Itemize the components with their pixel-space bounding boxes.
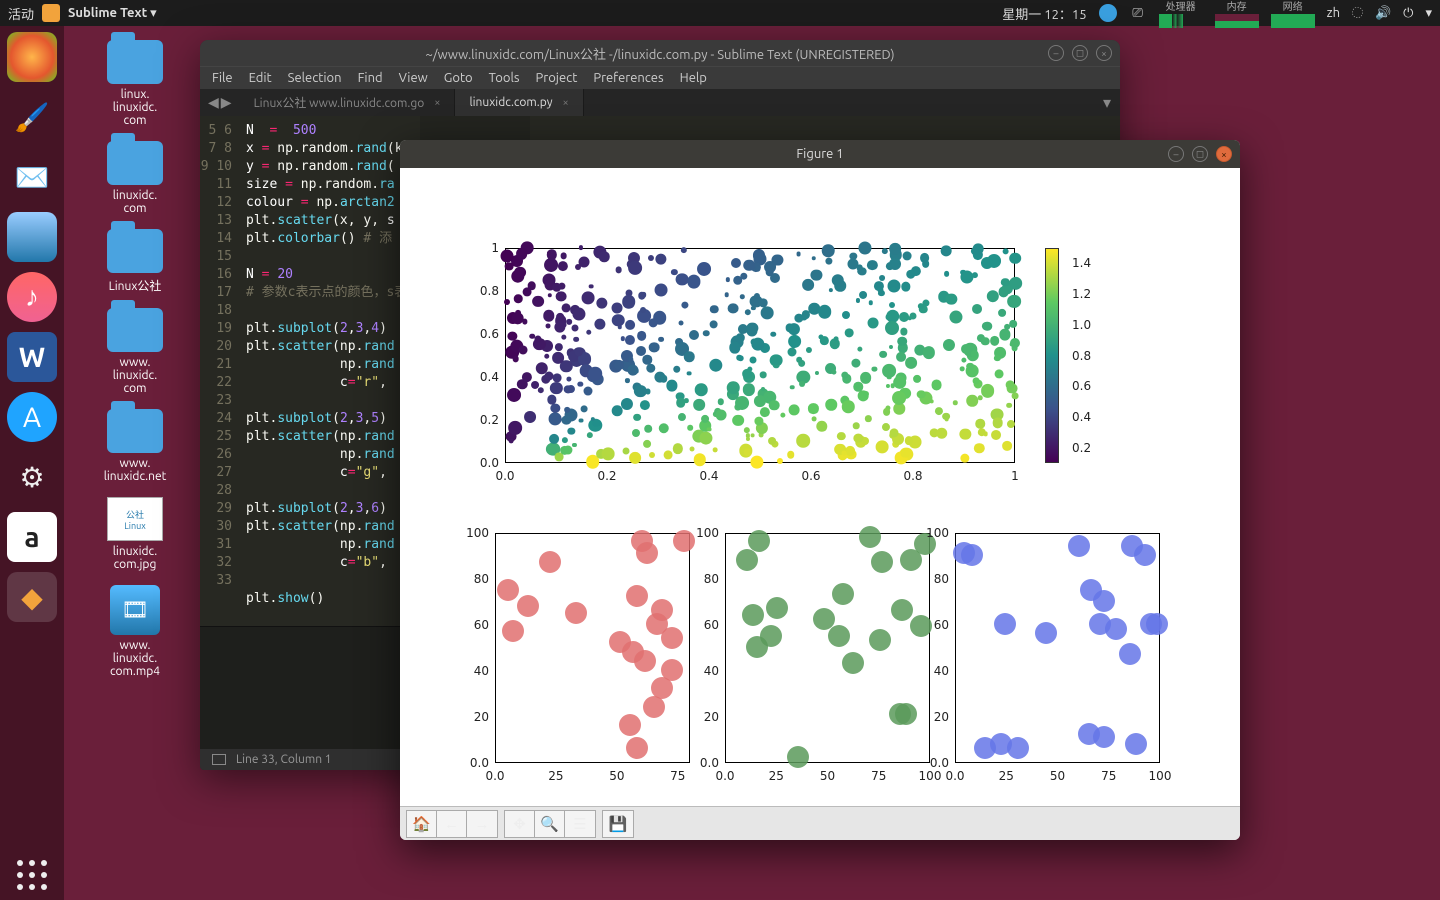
tab-close-icon[interactable]: ×: [563, 97, 569, 109]
menu-selection[interactable]: Selection: [288, 71, 342, 85]
clock[interactable]: 星期一 12：15: [1002, 4, 1086, 23]
line-gutter: 5 6 7 8 9 10 11 12 13 14 15 16 17 18 19 …: [200, 116, 240, 626]
dock-drawing[interactable]: 🖌️: [7, 92, 57, 142]
app-menu[interactable]: Sublime Text ▾: [68, 6, 157, 21]
back-button[interactable]: ←: [437, 811, 467, 837]
menu-edit[interactable]: Edit: [249, 71, 272, 85]
figure-titlebar[interactable]: Figure 1 – ◻ ×: [400, 140, 1240, 168]
menu-view[interactable]: View: [399, 71, 428, 85]
figure-title-text: Figure 1: [796, 147, 843, 161]
app-icon: [42, 4, 60, 22]
weather-icon[interactable]: [1099, 4, 1117, 22]
dock-word[interactable]: W: [7, 332, 57, 382]
dock-music[interactable]: ♪: [7, 272, 57, 322]
menu-project[interactable]: Project: [536, 71, 578, 85]
tab-history-fwd-icon[interactable]: ▶: [221, 94, 232, 111]
cpu-indicator[interactable]: 处理器: [1159, 0, 1203, 28]
chart-axes: [955, 533, 1160, 763]
desktop-image[interactable]: 公社Linuxlinuxidc.com.jpg: [80, 497, 190, 571]
desktop-folder[interactable]: www.linuxidc.com: [80, 308, 190, 395]
colorbar: [1045, 248, 1059, 463]
chart-axes: [505, 248, 1015, 463]
input-language[interactable]: zh: [1327, 6, 1340, 20]
activities[interactable]: 活动: [8, 4, 34, 23]
dock-devices[interactable]: ⚙: [7, 452, 57, 502]
sublime-titlebar[interactable]: ~/www.linuxidc.com/Linux公社 -/linuxidc.co…: [200, 40, 1120, 66]
dock-firefox[interactable]: [7, 32, 57, 82]
dock-sublime[interactable]: ◆: [7, 572, 57, 622]
menu-file[interactable]: File: [212, 71, 233, 85]
tab-history-back-icon[interactable]: ◀: [208, 94, 219, 111]
close-button[interactable]: ×: [1216, 146, 1232, 162]
menu-tools[interactable]: Tools: [489, 71, 520, 85]
volume-icon[interactable]: 🔊: [1375, 6, 1391, 21]
forward-button[interactable]: →: [467, 811, 497, 837]
close-button[interactable]: ×: [1096, 45, 1112, 61]
tab-close-icon[interactable]: ×: [434, 97, 440, 109]
subplots-button[interactable]: ☰: [565, 811, 595, 837]
chart-axes: [495, 533, 690, 763]
a11y-icon[interactable]: ◌: [1352, 6, 1363, 20]
zoom-button[interactable]: 🔍: [535, 811, 565, 837]
sublime-menubar: File Edit Selection Find View Goto Tools…: [200, 66, 1120, 89]
minimize-button[interactable]: –: [1168, 146, 1184, 162]
code-content[interactable]: N = 500 x = np.random.rand(k) y = np.ran…: [240, 116, 420, 626]
sublime-tabs: ◀▶ Linux公社 www.linuxidc.com.go× linuxidc…: [200, 89, 1120, 115]
desktop-video[interactable]: 🎞www.linuxidc.com.mp4: [80, 585, 190, 678]
desktop-folder[interactable]: linux.linuxidc.com: [80, 40, 190, 127]
editor-tab[interactable]: linuxidc.com.py×: [455, 89, 583, 115]
show-applications[interactable]: [7, 850, 57, 900]
status-menu-chevron-icon[interactable]: ▾: [1425, 6, 1432, 21]
menu-find[interactable]: Find: [358, 71, 383, 85]
dock: 🖌️ ✉️ ♪ W A ⚙ a ◆: [0, 26, 64, 900]
figure-canvas: 0.00.20.40.60.810.00.20.40.60.810.20.40.…: [400, 168, 1240, 806]
power-icon[interactable]: ⏻: [1403, 6, 1413, 21]
dock-appstore[interactable]: A: [7, 392, 57, 442]
menu-help[interactable]: Help: [680, 71, 707, 85]
desktop-folder[interactable]: Linux公社: [80, 229, 190, 294]
tabs-menu-chevron-icon[interactable]: ▾: [1094, 89, 1120, 115]
figure-toolbar: 🏠 ← → ✥ 🔍 ☰ 💾: [400, 806, 1240, 840]
desktop: linux.linuxidc.com linuxidc.com Linux公社 …: [80, 40, 190, 678]
menu-preferences[interactable]: Preferences: [593, 71, 663, 85]
mem-indicator[interactable]: 内存: [1215, 0, 1259, 28]
panel-switch-icon[interactable]: [212, 754, 226, 765]
save-button[interactable]: 💾: [603, 811, 633, 837]
minimize-button[interactable]: –: [1048, 45, 1064, 61]
dock-finder[interactable]: [7, 212, 57, 262]
desktop-folder[interactable]: linuxidc.com: [80, 141, 190, 215]
menu-goto[interactable]: Goto: [444, 71, 473, 85]
tray-icon[interactable]: ⎚: [1129, 4, 1147, 22]
home-button[interactable]: 🏠: [407, 811, 437, 837]
pan-button[interactable]: ✥: [505, 811, 535, 837]
top-panel: 活动 Sublime Text ▾ 星期一 12：15 ⎚ 处理器 内存 网络 …: [0, 0, 1440, 26]
dock-mail[interactable]: ✉️: [7, 152, 57, 202]
maximize-button[interactable]: ◻: [1072, 45, 1088, 61]
chart-axes: [725, 533, 930, 763]
dock-amazon[interactable]: a: [7, 512, 57, 562]
desktop-folder[interactable]: www.linuxidc.net: [80, 409, 190, 483]
net-indicator[interactable]: 网络: [1271, 0, 1315, 28]
editor-tab[interactable]: Linux公社 www.linuxidc.com.go×: [240, 89, 456, 115]
sublime-title-text: ~/www.linuxidc.com/Linux公社 -/linuxidc.co…: [425, 44, 894, 63]
figure-window: Figure 1 – ◻ × 0.00.20.40.60.810.00.20.4…: [400, 140, 1240, 840]
maximize-button[interactable]: ◻: [1192, 146, 1208, 162]
status-position[interactable]: Line 33, Column 1: [236, 753, 332, 766]
